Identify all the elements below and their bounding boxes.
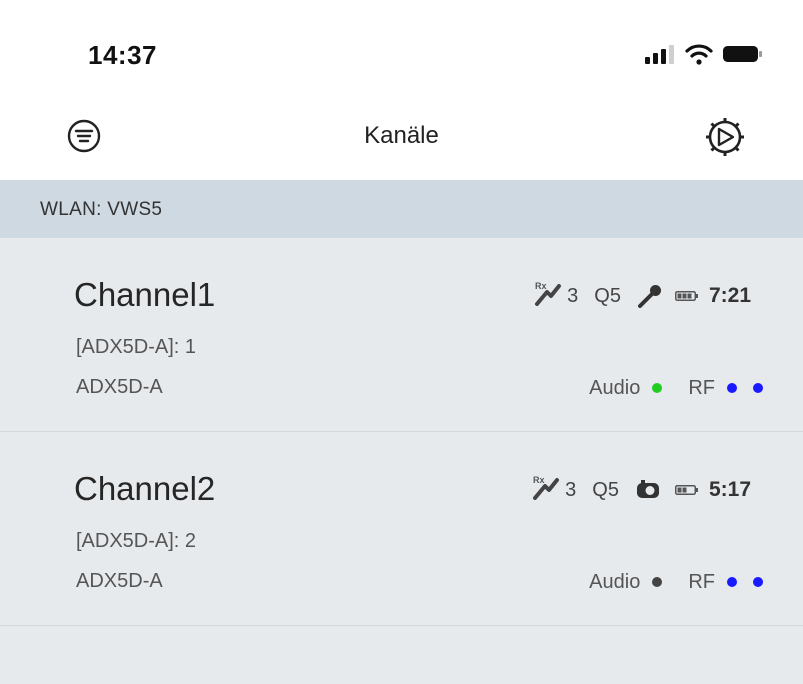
app-screen: 14:37 Kanäle WLAN: VWS5 Channel1 [ADX5D-…: [0, 0, 803, 684]
rf-label: RF: [688, 570, 715, 593]
channel-meters: Audio RF: [589, 374, 763, 402]
channel-status: Rx 3 Q5: [531, 474, 751, 506]
cellular-signal-icon: [645, 44, 675, 69]
rf-status-dot: [727, 383, 737, 393]
battery-icon: [723, 44, 763, 69]
channel-model: ADX5D-A: [76, 376, 163, 398]
audio-status-dot: [652, 577, 663, 587]
channel-device-id: [ADX5D-A]: 1: [76, 336, 197, 358]
quality-value: Q5: [594, 284, 621, 307]
channel-status: Rx 3 Q5: [533, 280, 751, 312]
channel-meters: Audio RF: [589, 568, 763, 596]
section-header: WLAN: VWS5: [0, 180, 803, 238]
svg-text:Rx: Rx: [535, 281, 547, 291]
rf-label: RF: [688, 376, 715, 399]
channel-name: Channel2: [74, 470, 216, 507]
wlan-label: WLAN: VWS5: [40, 199, 163, 220]
device-settings-button[interactable]: [702, 116, 748, 162]
svg-text:Rx: Rx: [533, 475, 545, 485]
rf-status-dot: [753, 577, 763, 587]
rx-count: 3: [567, 284, 579, 307]
channel-name: Channel1: [74, 276, 216, 313]
battery-time: 5:17: [708, 478, 751, 501]
channel-row[interactable]: Channel1 [ADX5D-A]: 1 ADX5D-A Rx 3 Q5 7:…: [0, 238, 803, 432]
quality-value: Q5: [592, 478, 619, 501]
bodypack-icon: [635, 477, 663, 503]
rx-count: 3: [565, 478, 577, 501]
page-title: Kanäle: [364, 122, 439, 149]
rf-status-dot: [753, 383, 763, 393]
device-wheel-icon: [703, 115, 747, 164]
rx-antenna-icon: Rx: [533, 280, 563, 312]
status-bar: 14:37: [0, 0, 803, 100]
rf-status-dot: [727, 577, 737, 587]
channel-model: ADX5D-A: [76, 570, 163, 592]
audio-status-dot: [652, 383, 663, 393]
handheld-mic-icon: [637, 283, 663, 309]
battery-icon: [674, 483, 699, 497]
channel-row[interactable]: Channel2 [ADX5D-A]: 2 ADX5D-A Rx 3 Q5 5:…: [0, 432, 803, 626]
channel-list: Channel1 [ADX5D-A]: 1 ADX5D-A Rx 3 Q5 7:…: [0, 238, 803, 684]
battery-icon: [674, 289, 699, 303]
status-icons: [645, 43, 763, 70]
rx-antenna-icon: Rx: [531, 474, 561, 506]
channel-device-id: [ADX5D-A]: 2: [76, 530, 197, 552]
rx-group: Rx 3: [533, 280, 578, 312]
battery-time: 7:21: [708, 284, 751, 307]
audio-label: Audio: [589, 376, 641, 399]
status-time: 14:37: [88, 40, 157, 70]
nav-bar: Kanäle: [0, 100, 803, 180]
audio-label: Audio: [589, 570, 641, 593]
wifi-icon: [685, 43, 713, 70]
rx-group: Rx 3: [531, 474, 576, 506]
